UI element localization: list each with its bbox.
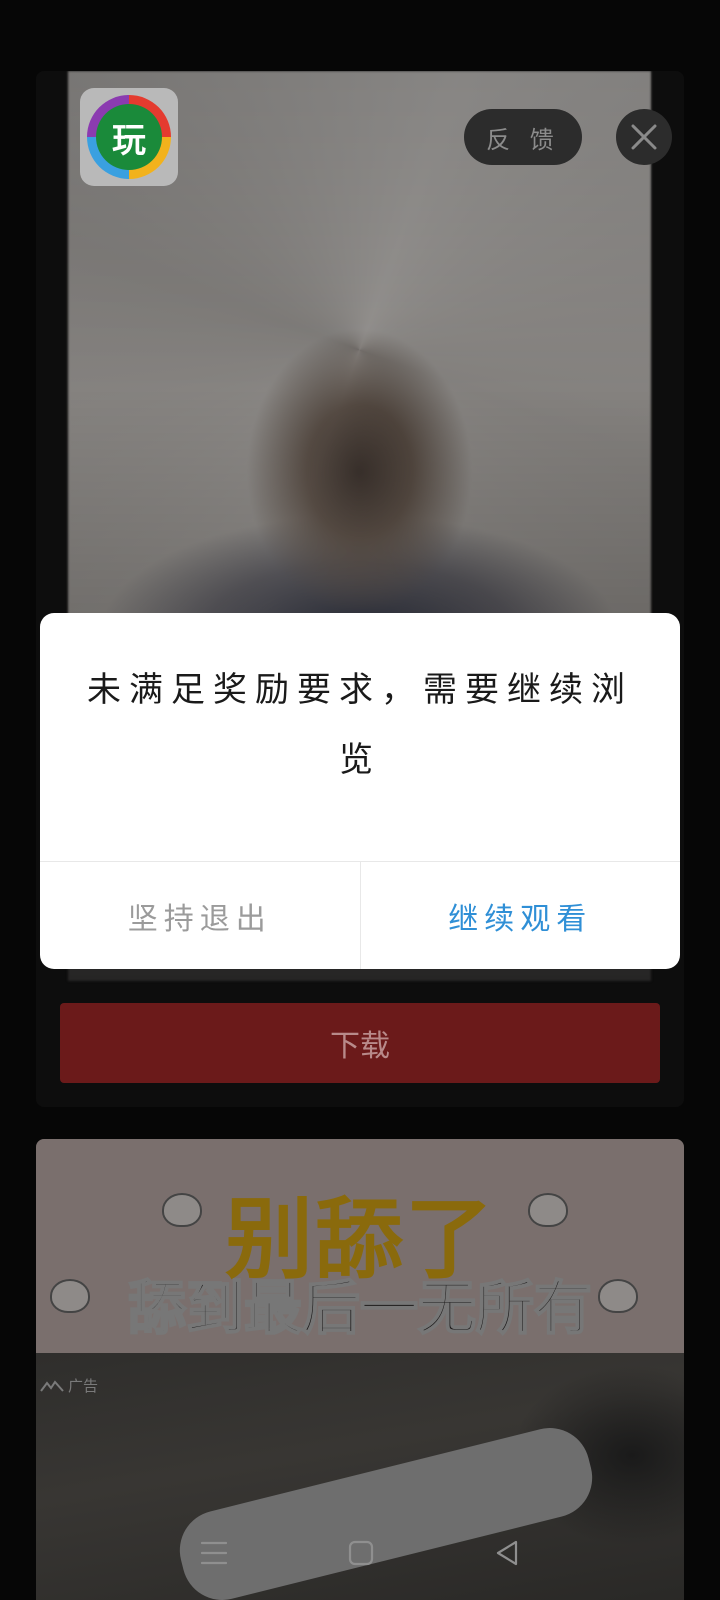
exit-button[interactable]: 坚持退出 [40, 862, 361, 969]
system-nav-bar [0, 1510, 720, 1600]
menu-nav-button[interactable] [200, 1540, 228, 1570]
ad-tag-label: 广告 [68, 1377, 99, 1395]
reward-dialog: 未满足奖励要求，需要继续浏览 坚持退出 继续观看 [40, 613, 680, 969]
app-logo-ring: 玩 [87, 95, 171, 179]
ad-logo-icon [40, 1379, 64, 1392]
home-nav-icon [348, 1540, 374, 1566]
continue-watching-button[interactable]: 继续观看 [361, 862, 681, 969]
dialog-actions: 坚持退出 继续观看 [40, 861, 680, 969]
close-button[interactable] [616, 109, 672, 165]
menu-nav-icon [200, 1541, 228, 1565]
home-nav-button[interactable] [348, 1540, 374, 1570]
ad-banner: 别舔了 舔到最后一无所有 [36, 1139, 684, 1353]
feedback-button[interactable]: 反 馈 [464, 109, 582, 165]
banner-subtitle: 舔到最后一无所有 [127, 1273, 593, 1343]
download-button[interactable]: 下载 [60, 1003, 660, 1083]
screen: 玩 反 馈 下载 别舔了 舔到最后一无所有 广告 未满足奖励要求，需要继续浏览 … [0, 0, 720, 1600]
app-logo-text: 玩 [96, 104, 162, 170]
app-logo[interactable]: 玩 [80, 88, 178, 186]
dialog-message: 未满足奖励要求，需要继续浏览 [87, 670, 633, 780]
ad-tag: 广告 [40, 1375, 98, 1396]
back-nav-button[interactable] [494, 1539, 520, 1571]
back-nav-icon [496, 1540, 518, 1566]
close-icon [631, 124, 657, 150]
